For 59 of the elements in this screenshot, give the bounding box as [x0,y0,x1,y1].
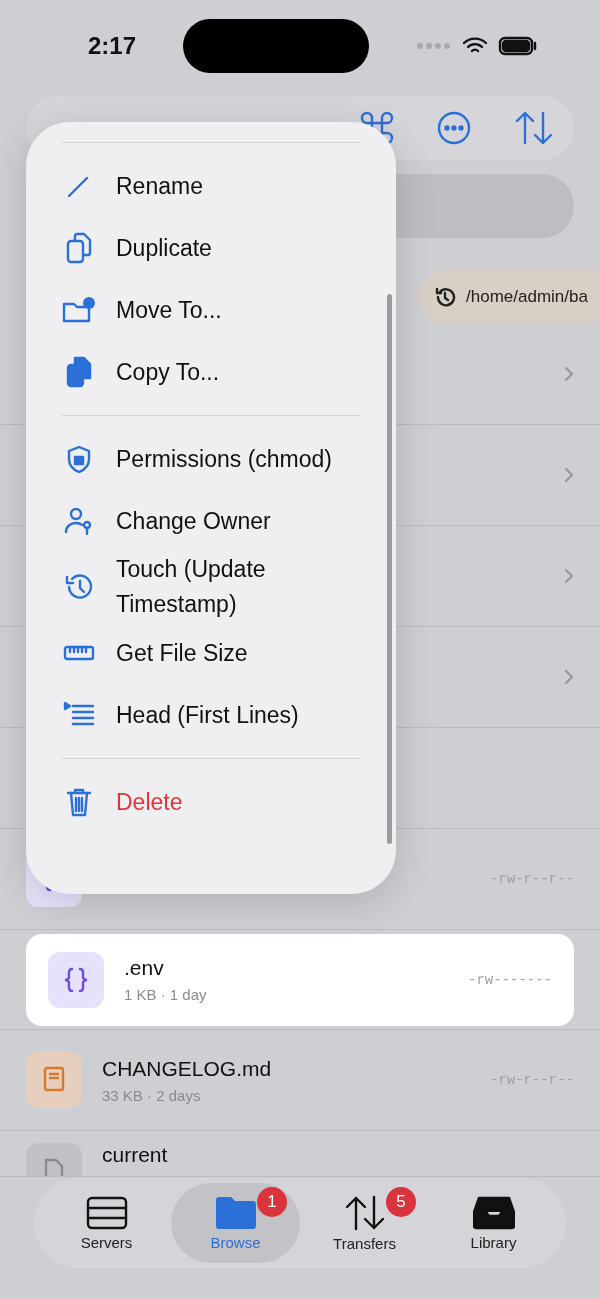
chevron-right-icon [564,669,574,685]
menu-item[interactable]: Touch (Update Timestamp) [62,552,360,622]
signal-icon [416,42,452,50]
selected-file-card[interactable]: .env 1 KB · 1 day -rw------- [26,933,574,1026]
menu-item-label: Change Owner [116,506,271,536]
chevron-right-icon [564,366,574,382]
documents-icon [66,356,92,388]
file-name: current [102,1143,169,1167]
file-meta: 1 KB · 1 day [124,986,208,1003]
tab[interactable]: Library [429,1183,558,1263]
clock-arrow-icon [64,572,94,602]
ruler-icon [63,645,95,661]
sort-icon [514,110,554,146]
menu-item[interactable]: Get File Size [62,622,360,684]
file-name: CHANGELOG.md [102,1056,273,1081]
menu-item[interactable]: Copy To... [62,341,360,403]
menu-item[interactable]: Permissions (chmod) [62,428,360,490]
menu-item[interactable]: Head (First Lines) [62,684,360,746]
menu-item[interactable]: Rename [62,155,360,217]
book-icon [42,1066,66,1094]
status-time: 2:17 [88,32,137,60]
chevron-right-icon [564,568,574,584]
more-icon [436,110,472,146]
menu-item[interactable]: Move To... [62,279,360,341]
battery-icon [498,36,538,56]
list-indent-icon [63,702,95,728]
person-key-icon [64,507,94,535]
server-rack-icon [85,1195,128,1230]
menu-item-label: Rename [116,171,203,201]
count-badge: 1 [257,1187,287,1217]
tab[interactable]: Browse 1 [171,1183,300,1263]
tab[interactable]: Servers [42,1183,171,1263]
menu-item-label: Duplicate [116,233,212,263]
menu-item-label: Head (First Lines) [116,700,299,730]
tab[interactable]: Transfers 5 [300,1183,429,1263]
file-name: .env [124,956,165,980]
folder-icon [214,1195,257,1230]
menu-item-label: Delete [116,787,183,817]
transfer-arrows-icon [343,1194,386,1231]
menu-item-label: Permissions (chmod) [116,444,332,474]
chevron-right-icon [564,467,574,483]
shield-lock-icon [67,445,91,473]
file-permissions: -rw------- [468,971,552,988]
trash-icon [66,787,92,817]
file-row[interactable]: current [26,1143,574,1176]
braces-icon [64,966,88,993]
menu-item-label: Get File Size [116,638,248,668]
menu-item-label: Touch (Update Timestamp) [116,555,267,619]
history-icon [434,286,456,308]
menu-item-label: Move To... [116,295,222,325]
menu-item[interactable]: Delete [62,771,360,833]
menu-item[interactable]: Change Owner [62,490,360,552]
menu-item[interactable]: Duplicate [62,217,360,279]
path-chip[interactable]: /home/admin/ba [418,270,600,324]
count-badge: 5 [386,1187,416,1217]
inbox-tray-icon [472,1195,515,1230]
duplicate-icon [66,232,92,264]
menu-item-label: Copy To... [116,357,220,387]
file-meta: 33 KB · 2 days [102,1086,202,1104]
